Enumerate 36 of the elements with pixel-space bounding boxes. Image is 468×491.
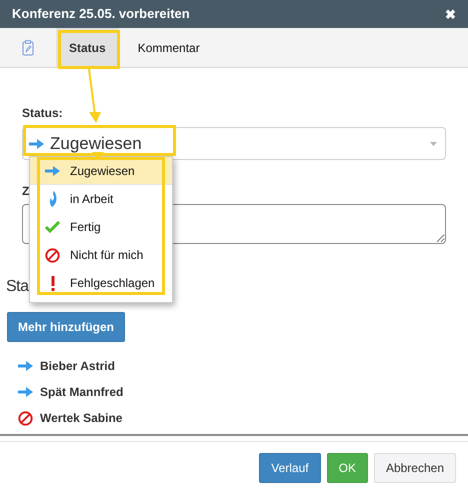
- option-label: Fertig: [70, 219, 101, 236]
- dropdown-option[interactable]: in Arbeit: [30, 185, 172, 213]
- caret-icon: [430, 142, 437, 146]
- arrow-icon: [18, 386, 33, 398]
- window-title: Konferenz 25.05. vorbereiten: [12, 5, 190, 24]
- dropdown-option[interactable]: Fertig: [30, 213, 172, 241]
- option-label: Fehlgeschlagen: [70, 275, 155, 292]
- section-heading: Sta: [6, 277, 29, 297]
- person-name: Bieber Astrid: [40, 358, 115, 375]
- check-icon: [45, 221, 60, 233]
- person-name: Spät Mannfred: [40, 384, 124, 401]
- exclamation-icon: [50, 276, 56, 290]
- add-button[interactable]: Mehr hinzufügen: [7, 312, 125, 342]
- field-label: Z: [22, 183, 30, 200]
- arrow-icon: [29, 138, 44, 150]
- footer-button[interactable]: Verlauf: [259, 453, 321, 483]
- flame-icon: [48, 191, 58, 207]
- close-button[interactable]: ✖: [445, 8, 456, 20]
- dropdown-option[interactable]: Fehlgeschlagen: [30, 269, 172, 297]
- footer-button[interactable]: Abbrechen: [374, 453, 456, 483]
- arrow-icon: [45, 164, 60, 176]
- option-label: Zugewiesen: [70, 162, 135, 180]
- option-label: Nicht für mich: [70, 247, 144, 264]
- select-value: Zugewiesen: [50, 134, 142, 153]
- option-label: in Arbeit: [70, 191, 114, 208]
- field-label: Status:: [22, 105, 63, 122]
- forbidden-icon: [18, 410, 33, 426]
- clipboard-icon: [22, 40, 34, 56]
- highlight-frame: [58, 30, 120, 69]
- person-name: Wertek Sabine: [40, 410, 122, 427]
- tab[interactable]: Kommentar: [124, 28, 213, 67]
- annotation-arrow: [92, 152, 104, 160]
- dropdown-option[interactable]: Nicht für mich: [30, 241, 172, 269]
- annotation-arrow: [86, 69, 102, 123]
- forbidden-icon: [45, 248, 60, 262]
- arrow-icon: [18, 360, 33, 372]
